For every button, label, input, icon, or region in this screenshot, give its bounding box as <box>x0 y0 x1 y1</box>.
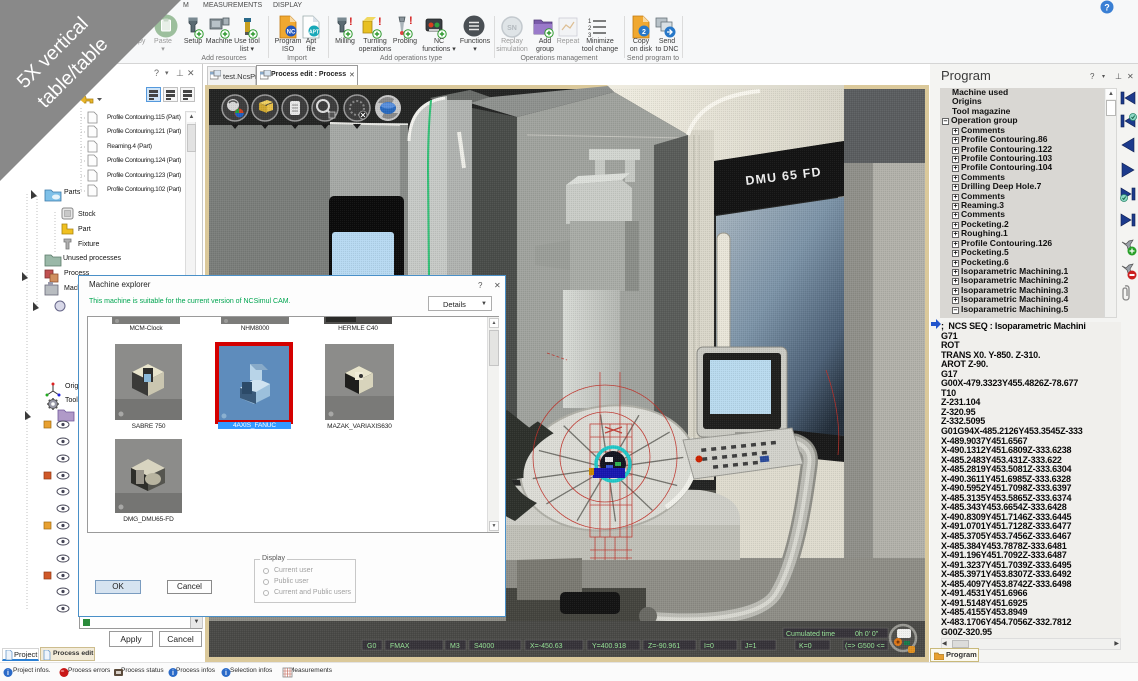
svg-text:NC: NC <box>287 30 296 36</box>
svg-text:2: 2 <box>642 29 646 36</box>
svg-text:APT: APT <box>309 30 319 36</box>
svg-text:?: ? <box>1104 3 1110 13</box>
svg-text:i: i <box>225 670 227 677</box>
svg-text:i: i <box>172 670 174 677</box>
svg-text:SN: SN <box>507 25 517 32</box>
svg-text:i: i <box>7 670 9 677</box>
svg-text:1: 1 <box>588 19 592 25</box>
svg-text:2: 2 <box>588 26 592 32</box>
